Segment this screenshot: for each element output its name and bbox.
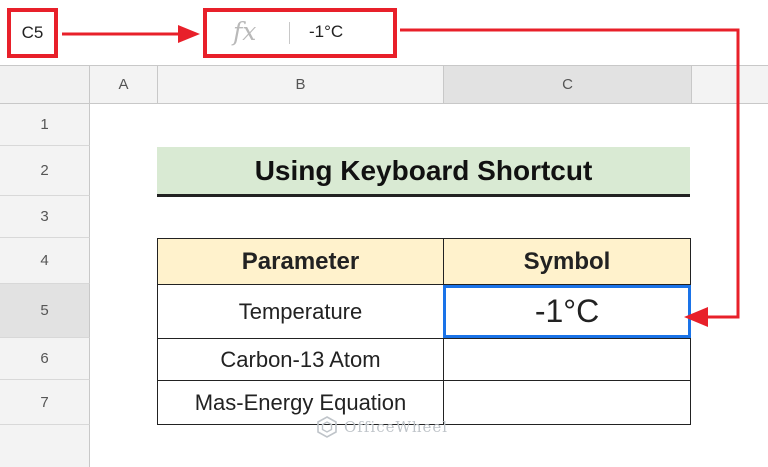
name-box[interactable]: C5 [7, 8, 58, 58]
formula-value[interactable]: -1°C [309, 22, 343, 42]
watermark-text: OfficeWheel [344, 418, 449, 436]
formula-separator [289, 22, 290, 44]
formula-input-box[interactable]: fx -1°C [203, 8, 397, 58]
header-parameter[interactable]: Parameter [157, 238, 444, 285]
row-header-5[interactable]: 5 [0, 284, 90, 338]
watermark: OfficeWheel [316, 416, 448, 438]
row-header-7[interactable]: 7 [0, 380, 90, 425]
column-header-a[interactable]: A [90, 66, 158, 104]
selected-cell-c5[interactable]: -1°C [443, 285, 691, 338]
row-header-4[interactable]: 4 [0, 238, 90, 284]
row-header-3[interactable]: 3 [0, 196, 90, 238]
column-header-b[interactable]: B [158, 66, 444, 104]
sheet-title[interactable]: Using Keyboard Shortcut [157, 147, 690, 197]
header-symbol[interactable]: Symbol [443, 238, 691, 285]
cell-symbol-carbon[interactable] [443, 338, 691, 381]
row-header-filler [0, 425, 90, 467]
cell-parameter-carbon[interactable]: Carbon-13 Atom [157, 338, 444, 381]
cell-parameter-temperature[interactable]: Temperature [157, 284, 444, 339]
row-header-2[interactable]: 2 [0, 146, 90, 196]
column-header-c[interactable]: C [444, 66, 692, 104]
row-header-1[interactable]: 1 [0, 104, 90, 146]
officewheel-logo-icon [317, 416, 337, 438]
row-header-6[interactable]: 6 [0, 338, 90, 380]
select-all-corner[interactable] [0, 66, 90, 104]
cell-symbol-energy[interactable] [443, 380, 691, 425]
column-header-d[interactable] [692, 66, 768, 104]
fx-icon: fx [233, 17, 257, 46]
